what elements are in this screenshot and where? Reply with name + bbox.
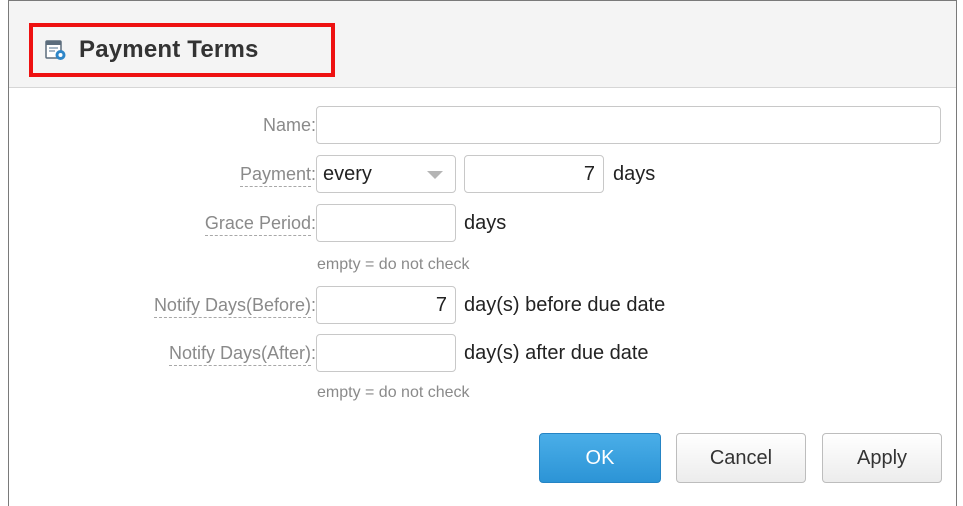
grace-period-input[interactable] xyxy=(316,204,456,242)
notify-before-label: Notify Days(Before): xyxy=(153,295,316,318)
notify-before-unit: day(s) before due date xyxy=(464,294,666,316)
grace-period-hint: empty = do not check xyxy=(317,256,470,273)
apply-button[interactable]: Apply xyxy=(822,433,942,483)
calendar-settings-icon xyxy=(45,39,67,61)
dialog-title: Payment Terms xyxy=(79,36,259,63)
chevron-down-icon xyxy=(427,171,443,179)
grace-period-label: Grace Period: xyxy=(204,213,316,236)
title-highlight: Payment Terms xyxy=(29,23,335,77)
cancel-button[interactable]: Cancel xyxy=(676,433,806,483)
notify-after-hint: empty = do not check xyxy=(317,384,470,401)
payment-days-input[interactable] xyxy=(464,155,604,193)
name-label: Name: xyxy=(262,115,316,135)
payment-terms-dialog: Payment Terms Name: Payment: every days … xyxy=(8,0,957,506)
notify-after-label: Notify Days(After): xyxy=(168,343,316,366)
payment-unit: days xyxy=(613,163,656,185)
payment-frequency-select[interactable]: every xyxy=(316,155,456,193)
name-input[interactable] xyxy=(316,106,941,144)
dialog-header: Payment Terms xyxy=(9,1,956,88)
payment-label: Payment: xyxy=(239,164,316,187)
notify-after-input[interactable] xyxy=(316,334,456,372)
ok-button[interactable]: OK xyxy=(539,433,661,483)
notify-after-unit: day(s) after due date xyxy=(464,342,649,364)
notify-before-input[interactable] xyxy=(316,286,456,324)
grace-period-unit: days xyxy=(464,212,507,234)
